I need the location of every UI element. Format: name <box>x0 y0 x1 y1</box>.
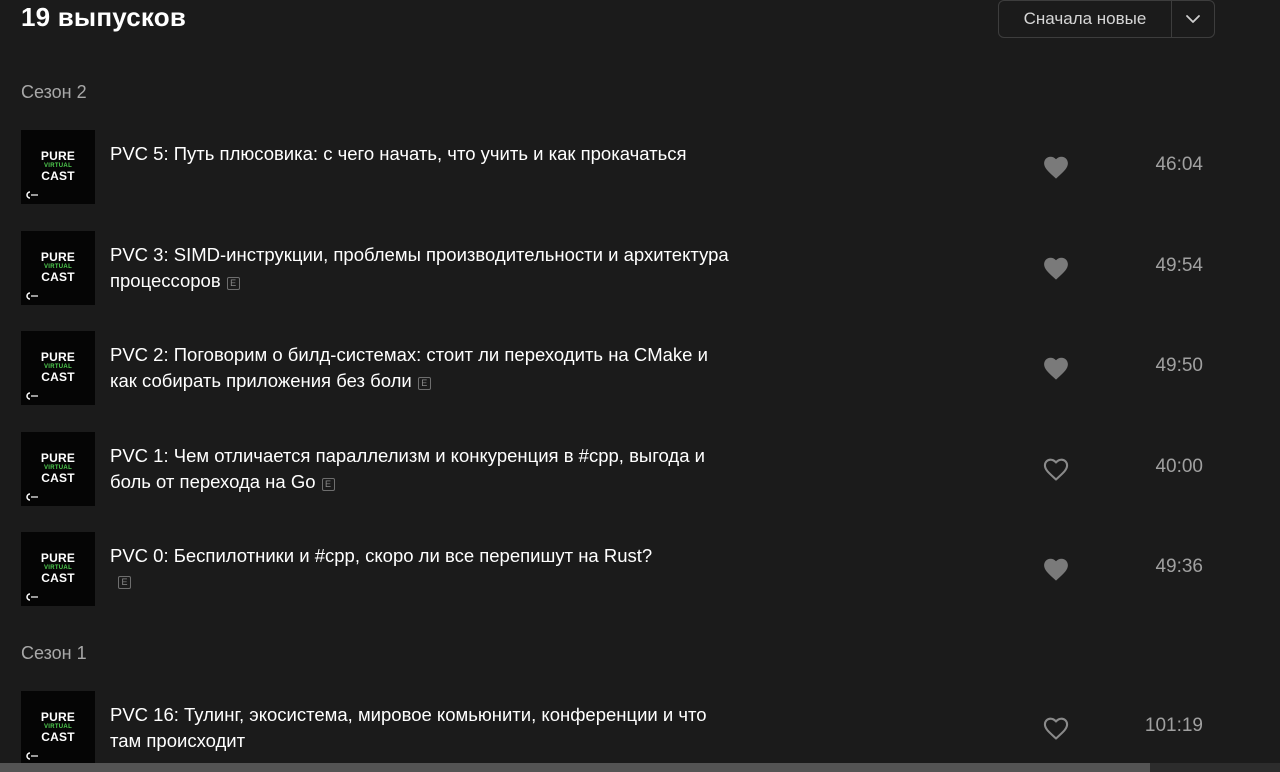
episode-title[interactable]: PVC 2: Поговорим о билд-системах: стоит … <box>110 342 730 394</box>
episode-title[interactable]: PVC 16: Тулинг, экосистема, мировое комь… <box>110 702 730 754</box>
episode-title[interactable]: PVC 1: Чем отличается параллелизм и конк… <box>110 443 730 495</box>
episode-row[interactable]: PURE VIRTUAL CAST PVC 2: Поговорим о бил… <box>21 331 1211 405</box>
episode-duration: 49:54 <box>1155 255 1203 276</box>
episode-title[interactable]: PVC 5: Путь плюсовика: с чего начать, чт… <box>110 141 730 167</box>
cover-mark-icon <box>26 752 38 760</box>
cover-mark-icon <box>26 392 38 400</box>
episode-cover: PURE VIRTUAL CAST <box>21 532 95 606</box>
cover-mark-icon <box>26 191 38 199</box>
cover-mark-icon <box>26 493 38 501</box>
cover-logo: PURE VIRTUAL CAST <box>40 710 76 744</box>
episode-duration: 40:00 <box>1155 456 1203 477</box>
chevron-down-icon[interactable] <box>1172 1 1214 37</box>
scrollbar-thumb[interactable] <box>0 763 1150 772</box>
episode-cover: PURE VIRTUAL CAST <box>21 691 95 765</box>
heart-outline-icon[interactable] <box>1042 456 1070 482</box>
episode-row[interactable]: PURE VIRTUAL CAST PVC 16: Тулинг, экосис… <box>21 691 1211 765</box>
heart-filled-icon[interactable] <box>1042 556 1070 582</box>
horizontal-scrollbar[interactable] <box>0 763 1280 772</box>
episode-duration: 49:36 <box>1155 556 1203 577</box>
episode-cover: PURE VIRTUAL CAST <box>21 130 95 204</box>
heart-filled-icon[interactable] <box>1042 255 1070 281</box>
episodes-count-title: 19 выпусков <box>21 2 187 32</box>
cover-logo: PURE VIRTUAL CAST <box>40 551 76 585</box>
explicit-icon: E <box>118 576 131 589</box>
podcast-episodes-page: 19 выпусков Сначала новые Сезон 2 PURE V… <box>0 0 1280 772</box>
episode-cover: PURE VIRTUAL CAST <box>21 432 95 506</box>
cover-logo: PURE VIRTUAL CAST <box>40 149 76 183</box>
episode-row[interactable]: PURE VIRTUAL CAST PVC 0: Беспилотники и … <box>21 532 1211 606</box>
episode-duration: 49:50 <box>1155 355 1203 376</box>
explicit-icon: E <box>321 478 335 491</box>
episode-row[interactable]: PURE VIRTUAL CAST PVC 1: Чем отличается … <box>21 432 1211 506</box>
season-label-1: Сезон 1 <box>21 643 87 663</box>
episode-title[interactable]: PVC 3: SIMD-инструкции, проблемы произво… <box>110 242 730 294</box>
cover-mark-icon <box>26 593 38 601</box>
cover-mark-icon <box>26 292 38 300</box>
heart-filled-icon[interactable] <box>1042 154 1070 180</box>
episode-cover: PURE VIRTUAL CAST <box>21 231 95 305</box>
explicit-icon: E <box>226 277 240 290</box>
cover-logo: PURE VIRTUAL CAST <box>40 350 76 384</box>
heart-outline-icon[interactable] <box>1042 715 1070 741</box>
episode-duration: 46:04 <box>1155 154 1203 175</box>
explicit-icon: E <box>417 377 431 390</box>
episode-title[interactable]: PVC 0: Беспилотники и #cpp, скоро ли все… <box>110 543 730 569</box>
sort-dropdown-label[interactable]: Сначала новые <box>999 1 1171 37</box>
episodes-header: 19 выпусков Сначала новые <box>21 0 1215 40</box>
cover-logo: PURE VIRTUAL CAST <box>40 451 76 485</box>
cover-logo: PURE VIRTUAL CAST <box>40 250 76 284</box>
episode-row[interactable]: PURE VIRTUAL CAST PVC 3: SIMD-инструкции… <box>21 231 1211 305</box>
episode-duration: 101:19 <box>1144 715 1203 736</box>
heart-filled-icon[interactable] <box>1042 355 1070 381</box>
episode-row[interactable]: PURE VIRTUAL CAST PVC 5: Путь плюсовика:… <box>21 130 1211 204</box>
episode-cover: PURE VIRTUAL CAST <box>21 331 95 405</box>
season-label-2: Сезон 2 <box>21 82 87 102</box>
sort-dropdown[interactable]: Сначала новые <box>998 0 1215 38</box>
